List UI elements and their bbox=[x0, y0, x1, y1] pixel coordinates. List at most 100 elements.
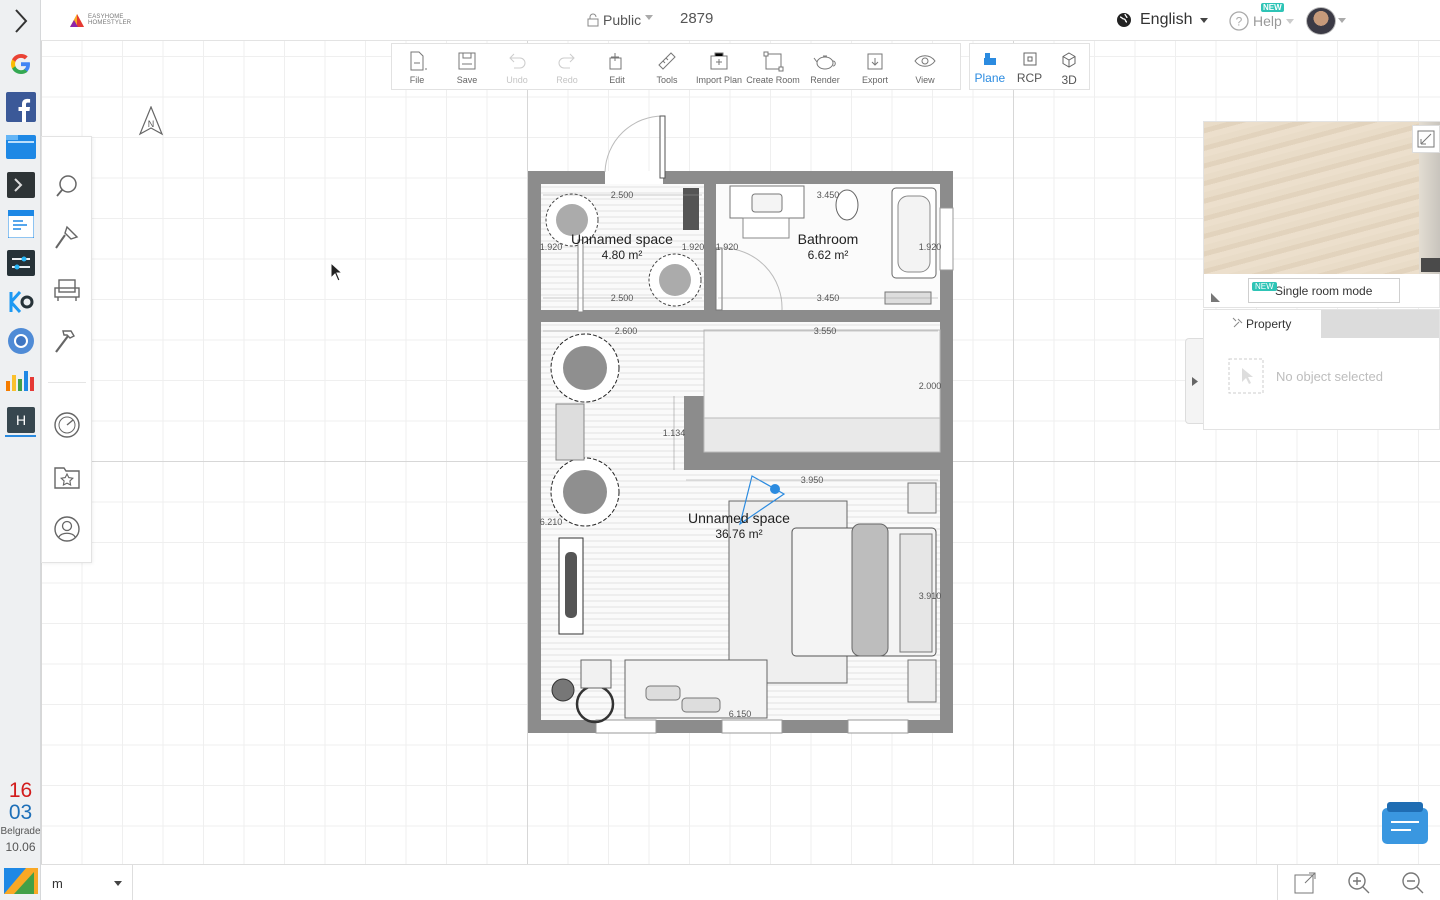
rcp-view-button[interactable]: RCP bbox=[1010, 44, 1050, 89]
import-plan-button[interactable]: Import Plan bbox=[692, 44, 746, 90]
window[interactable] bbox=[721, 719, 783, 734]
terminal-icon[interactable] bbox=[5, 169, 36, 200]
tab-property[interactable]: Property bbox=[1204, 310, 1321, 338]
radiator[interactable] bbox=[683, 188, 699, 230]
user-avatar[interactable] bbox=[1306, 7, 1336, 35]
room-name[interactable]: Unnamed space bbox=[571, 231, 673, 247]
text-editor-icon[interactable] bbox=[5, 208, 36, 239]
dimension-label[interactable]: 3.550 bbox=[814, 326, 837, 336]
search-tool-button[interactable] bbox=[52, 171, 82, 201]
design-id[interactable]: 2879 bbox=[680, 10, 713, 27]
potted-plant[interactable] bbox=[580, 659, 612, 689]
taskbar-app-icon[interactable] bbox=[4, 868, 38, 894]
zoom-out-button[interactable] bbox=[1386, 865, 1440, 900]
front-door[interactable] bbox=[659, 115, 666, 179]
interior-wall[interactable] bbox=[704, 184, 716, 322]
svg-text:?: ? bbox=[1236, 15, 1243, 29]
dimension-label[interactable]: 6.210 bbox=[540, 517, 563, 527]
tab-inactive[interactable] bbox=[1321, 310, 1439, 338]
resize-handle-icon[interactable] bbox=[1211, 293, 1220, 302]
coat-rack[interactable] bbox=[577, 239, 584, 313]
nightstand[interactable] bbox=[907, 482, 937, 514]
edit-button[interactable]: Edit bbox=[592, 44, 642, 90]
render-button[interactable]: Render bbox=[800, 44, 850, 90]
window[interactable] bbox=[595, 719, 657, 734]
dimension-label[interactable]: 2.500 bbox=[611, 293, 634, 303]
interior-wall[interactable] bbox=[684, 452, 940, 470]
dimension-label[interactable]: 3.950 bbox=[801, 475, 824, 485]
rotate-handle[interactable] bbox=[770, 484, 780, 494]
fit-view-button[interactable] bbox=[1278, 865, 1332, 900]
nightstand[interactable] bbox=[907, 659, 937, 703]
dimension-label[interactable]: 3.910 bbox=[919, 591, 942, 601]
dimension-label[interactable]: 1.920 bbox=[919, 242, 942, 252]
file-manager-icon[interactable] bbox=[5, 131, 36, 162]
feedback-chat-button[interactable] bbox=[1381, 802, 1429, 846]
front-door-opening[interactable] bbox=[605, 171, 663, 184]
decoration-tool-button[interactable] bbox=[52, 327, 82, 357]
favorites-tool-button[interactable] bbox=[52, 462, 82, 492]
tools-button[interactable]: Tools bbox=[642, 44, 692, 90]
view-button[interactable]: View bbox=[900, 44, 950, 90]
kde-icon[interactable] bbox=[5, 286, 36, 317]
svg-text:H: H bbox=[15, 412, 25, 428]
sofa-cushion bbox=[645, 685, 681, 701]
edit-label: Edit bbox=[609, 75, 625, 85]
dimension-label[interactable]: 1.134 bbox=[663, 428, 686, 438]
account-tool-button[interactable] bbox=[52, 514, 82, 544]
help-menu[interactable]: ? Help NEW bbox=[1229, 3, 1294, 31]
side-cabinet[interactable] bbox=[555, 403, 585, 461]
dimension-label[interactable]: 1.920 bbox=[716, 242, 739, 252]
create-room-button[interactable]: Create Room bbox=[746, 44, 800, 90]
furniture-tool-button[interactable] bbox=[52, 275, 82, 305]
dimension-label[interactable]: 2.600 bbox=[615, 326, 638, 336]
3d-view-button[interactable]: 3D bbox=[1049, 44, 1089, 89]
visibility-dropdown[interactable]: Public bbox=[587, 12, 654, 28]
google-icon[interactable] bbox=[5, 48, 36, 79]
dimension-label[interactable]: 2.500 bbox=[611, 190, 634, 200]
interior-wall[interactable] bbox=[541, 310, 581, 322]
property-panel-toggle[interactable] bbox=[1185, 338, 1203, 424]
toilet[interactable] bbox=[835, 189, 859, 221]
redo-button[interactable]: Redo bbox=[542, 44, 592, 90]
3d-preview-image[interactable] bbox=[1204, 122, 1440, 274]
dimension-label[interactable]: 2.000 bbox=[919, 381, 942, 391]
dimension-label[interactable]: 1.920 bbox=[540, 242, 563, 252]
undo-button[interactable]: Undo bbox=[492, 44, 542, 90]
north-compass[interactable]: N bbox=[138, 105, 164, 141]
expand-preview-button[interactable] bbox=[1412, 125, 1440, 153]
dimension-label[interactable]: 1.920 bbox=[682, 242, 705, 252]
room-name[interactable]: Unnamed space bbox=[688, 510, 790, 526]
zoom-in-button[interactable] bbox=[1332, 865, 1386, 900]
closet-base[interactable] bbox=[703, 417, 941, 453]
expand-dock-chevron-icon[interactable] bbox=[5, 5, 36, 36]
window[interactable] bbox=[939, 207, 954, 271]
dimension-label[interactable]: 3.450 bbox=[817, 293, 840, 303]
save-button[interactable]: Save bbox=[442, 44, 492, 90]
window[interactable] bbox=[847, 719, 909, 734]
homestyler-app-icon[interactable]: H bbox=[5, 404, 36, 437]
file-button[interactable]: File bbox=[392, 44, 442, 90]
equalizer-icon[interactable] bbox=[5, 364, 36, 395]
stool[interactable] bbox=[551, 678, 575, 702]
bathroom-door[interactable] bbox=[715, 247, 723, 311]
floor-plan[interactable]: 2.500 1.920 1.920 2.500 1.920 3.450 1.92… bbox=[520, 110, 960, 745]
chromium-icon[interactable] bbox=[5, 325, 36, 356]
zoom-out-icon bbox=[1402, 872, 1424, 894]
bath-mat[interactable] bbox=[742, 217, 790, 239]
interior-wall[interactable] bbox=[790, 310, 940, 322]
facebook-icon[interactable] bbox=[5, 91, 36, 122]
language-dropdown[interactable]: English bbox=[1116, 11, 1209, 29]
app-logo[interactable]: EASYHOME HOMESTYLER bbox=[69, 12, 131, 28]
dimension-label[interactable]: 6.150 bbox=[729, 709, 752, 719]
export-button[interactable]: Export bbox=[850, 44, 900, 90]
single-room-mode-toggle[interactable]: NEW Single room mode bbox=[1248, 278, 1400, 303]
unit-select[interactable]: m bbox=[41, 865, 133, 900]
measure-tool-button[interactable] bbox=[52, 410, 82, 440]
plane-view-button[interactable]: Plane bbox=[970, 44, 1010, 89]
wall-tool-button[interactable] bbox=[52, 223, 82, 253]
avatar-chevron-down-icon[interactable] bbox=[1338, 18, 1346, 23]
settings-sliders-icon[interactable] bbox=[5, 247, 36, 278]
dimension-label[interactable]: 3.450 bbox=[817, 190, 840, 200]
room-name[interactable]: Bathroom bbox=[798, 231, 859, 247]
